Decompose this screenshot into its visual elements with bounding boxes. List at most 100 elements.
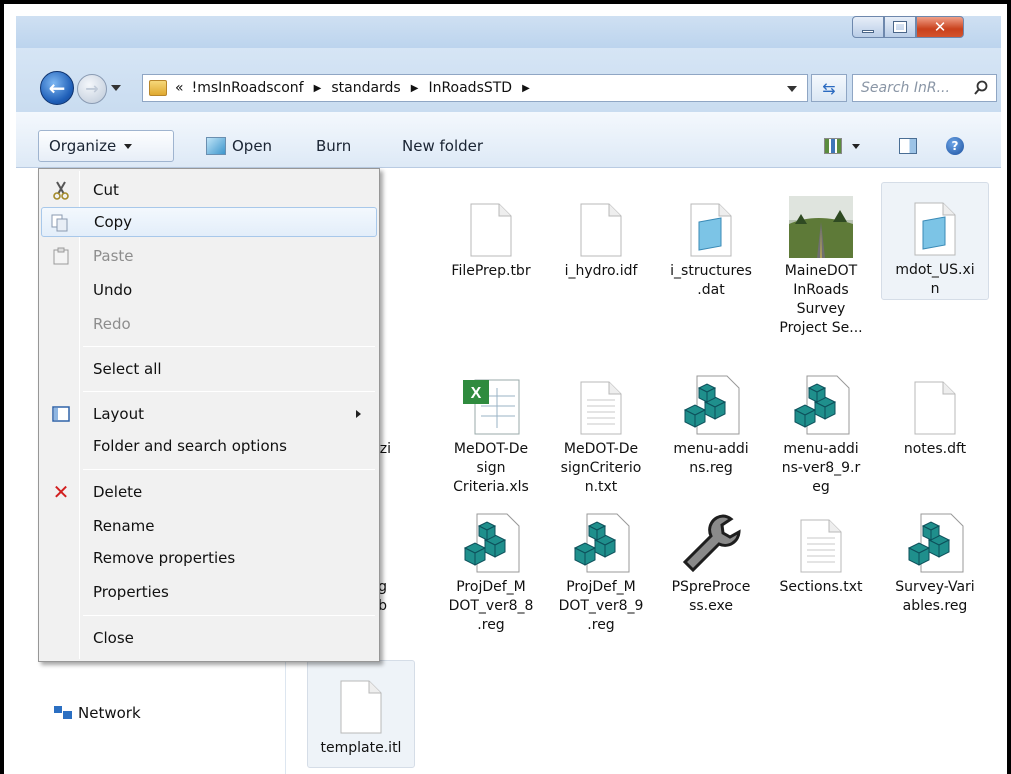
menu-item-label: Close	[93, 629, 134, 647]
copy-icon	[50, 213, 70, 233]
data-file-icon	[903, 187, 967, 257]
menu-item-rename[interactable]: Rename	[41, 511, 377, 541]
menu-item-label: Remove properties	[93, 549, 236, 567]
file-item[interactable]: X MeDOT-De sign Criteria.xls	[437, 362, 545, 497]
address-dropdown-icon[interactable]	[787, 86, 797, 92]
file-item[interactable]: menu-addi ns-ver8_9.r eg	[767, 362, 875, 497]
breadcrumb-separator-icon[interactable]: ▶	[411, 83, 419, 94]
search-placeholder: Search InR...	[861, 80, 950, 96]
organize-button[interactable]: Organize	[38, 130, 174, 162]
paste-icon	[51, 246, 71, 266]
file-item-hovered[interactable]: template.itl	[307, 660, 415, 768]
minimize-button[interactable]	[852, 16, 884, 38]
search-input[interactable]: Search InR...	[852, 74, 997, 102]
open-button[interactable]: Open	[196, 130, 282, 162]
registry-file-icon	[903, 504, 967, 574]
recent-pages-button[interactable]	[110, 82, 122, 94]
file-label: MeDOT-De sign Criteria.xls	[453, 441, 529, 495]
folder-icon	[149, 80, 167, 96]
excel-file-icon: X	[459, 366, 523, 436]
file-label: Sections.txt	[779, 579, 863, 595]
close-window-button[interactable]: ✕	[916, 16, 964, 38]
address-overflow[interactable]: «	[175, 80, 184, 96]
view-icon	[824, 138, 842, 154]
menu-item-label: Cut	[93, 181, 119, 199]
menu-item-label: Redo	[93, 315, 131, 333]
menu-item-paste[interactable]: Paste	[41, 241, 377, 271]
file-item[interactable]: ProjDef_M DOT_ver8_9 .reg	[547, 500, 655, 635]
file-label: MaineDOT InRoads Survey Project Se...	[779, 263, 863, 336]
text-file-icon	[789, 504, 853, 574]
address-bar[interactable]: « !msInRoadsconf ▶ standards ▶ InRoadsST…	[142, 74, 808, 102]
menu-item-copy[interactable]: Copy	[41, 207, 377, 237]
burn-button[interactable]: Burn	[306, 130, 361, 162]
nav-item-label: Network	[78, 704, 141, 722]
breadcrumb-separator-icon[interactable]: ▶	[522, 83, 530, 94]
file-item-selected[interactable]: mdot_US.xi n	[881, 182, 989, 300]
file-item[interactable]: Survey-Vari ables.reg	[881, 500, 989, 616]
preview-pane-icon	[899, 138, 917, 154]
new-folder-label: New folder	[402, 137, 484, 155]
menu-separator	[83, 391, 375, 392]
file-label: menu-addi ns.reg	[673, 441, 749, 476]
file-list: evat FilePrep.tbr i_hydro.idf i_structur…	[287, 168, 1001, 774]
file-item[interactable]: MaineDOT InRoads Survey Project Se...	[767, 184, 875, 338]
file-item[interactable]: PSpreProce ss.exe	[657, 500, 765, 616]
menu-item-remove-properties[interactable]: Remove properties	[41, 543, 377, 573]
file-item[interactable]: i_hydro.idf	[547, 184, 655, 281]
menu-item-label: Layout	[93, 405, 144, 423]
file-item[interactable]: Sections.txt	[767, 500, 875, 597]
menu-item-layout[interactable]: Layout	[41, 399, 377, 429]
help-button[interactable]: ?	[936, 130, 974, 162]
registry-file-icon	[459, 504, 523, 574]
preview-pane-button[interactable]	[889, 130, 927, 162]
menu-item-properties[interactable]: Properties	[41, 577, 377, 607]
file-item[interactable]: ProjDef_M DOT_ver8_8 .reg	[437, 500, 545, 635]
registry-file-icon	[679, 366, 743, 436]
text-file-icon	[569, 366, 633, 436]
organize-label: Organize	[49, 137, 117, 155]
menu-item-delete[interactable]: ✕ Delete	[41, 477, 377, 507]
maximize-button[interactable]	[884, 16, 916, 38]
file-item[interactable]: MeDOT-De signCriterio n.txt	[547, 362, 655, 497]
title-bar: ✕	[16, 16, 1001, 48]
file-item[interactable]: notes.dft	[881, 362, 989, 459]
maximize-icon	[893, 21, 907, 33]
minimize-icon	[862, 29, 874, 33]
file-item[interactable]: i_structures .dat	[657, 184, 765, 300]
file-label: i_structures .dat	[670, 263, 752, 298]
new-folder-button[interactable]: New folder	[392, 130, 493, 162]
chevron-down-icon	[124, 143, 133, 149]
navigation-bar: ← → « !msInRoadsconf ▶ standards ▶ InRoa…	[16, 48, 1001, 112]
menu-item-close[interactable]: Close	[41, 623, 377, 653]
view-options-button[interactable]	[842, 130, 870, 162]
file-item[interactable]: menu-addi ns.reg	[657, 362, 765, 478]
forward-arrow-icon: →	[85, 79, 99, 98]
breadcrumb-item[interactable]: InRoadsSTD	[428, 80, 512, 96]
menu-item-undo[interactable]: Undo	[41, 275, 377, 305]
back-arrow-icon: ←	[48, 76, 66, 100]
breadcrumb-separator-icon[interactable]: ▶	[314, 83, 322, 94]
menu-item-select-all[interactable]: Select all	[41, 354, 377, 384]
menu-item-cut[interactable]: Cut	[41, 175, 377, 205]
file-label: PSpreProce ss.exe	[671, 579, 751, 614]
file-label: MeDOT-De signCriterio n.txt	[560, 441, 642, 495]
submenu-arrow-icon	[356, 410, 361, 418]
close-icon: ✕	[933, 17, 947, 36]
menu-item-folder-options[interactable]: Folder and search options	[41, 431, 377, 461]
file-icon	[903, 366, 967, 436]
forward-button[interactable]: →	[77, 74, 107, 104]
menu-item-redo[interactable]: Redo	[41, 309, 377, 339]
back-button[interactable]: ←	[40, 71, 74, 105]
nav-item-network[interactable]: Network	[54, 704, 141, 722]
menu-item-label: Undo	[93, 281, 133, 299]
data-file-icon	[679, 188, 743, 258]
scissors-icon	[51, 180, 71, 200]
breadcrumb-item[interactable]: standards	[331, 80, 400, 96]
burn-label: Burn	[316, 137, 352, 155]
file-label: ProjDef_M DOT_ver8_8 .reg	[448, 579, 534, 633]
breadcrumb-item[interactable]: !msInRoadsconf	[192, 80, 304, 96]
file-label: notes.dft	[903, 441, 967, 457]
file-item[interactable]: FilePrep.tbr	[437, 184, 545, 281]
refresh-button[interactable]: ⇆	[811, 74, 847, 102]
